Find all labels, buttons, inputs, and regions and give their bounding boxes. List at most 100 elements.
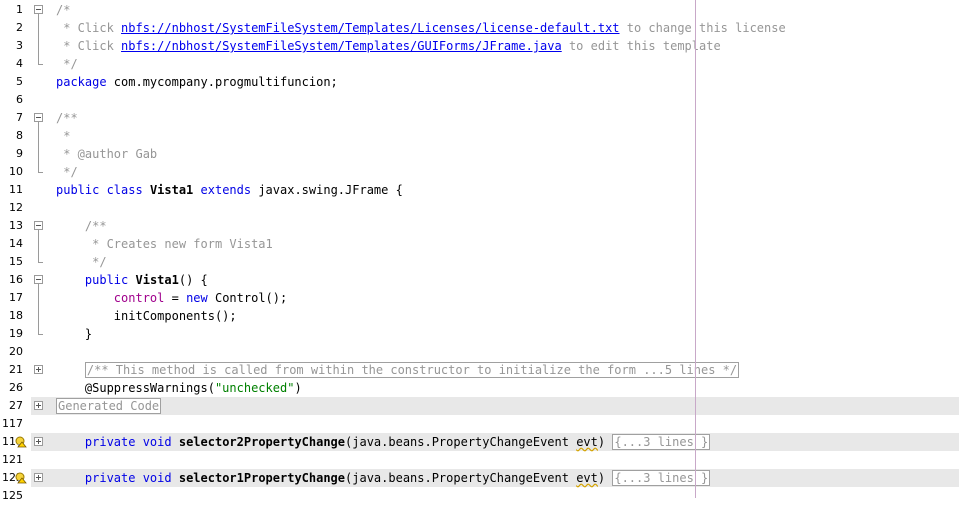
template-link[interactable]: nbfs://nbhost/SystemFileSystem/Templates… [121,21,620,35]
code-line[interactable]: 21 /** This method is called from within… [0,361,959,379]
code-text[interactable]: initComponents(); [56,307,237,325]
code-text[interactable]: * Click nbfs://nbhost/SystemFileSystem/T… [56,19,785,37]
code-text[interactable]: * @author Gab [56,145,157,163]
line-number: 20 [9,345,23,358]
line-gutter[interactable]: 3 [0,37,31,55]
line-gutter[interactable]: 12 [0,199,31,217]
expand-fold-icon[interactable] [34,437,43,446]
code-line[interactable]: 3 * Click nbfs://nbhost/SystemFileSystem… [0,37,959,55]
folded-code-box[interactable]: /** This method is called from within th… [84,362,740,378]
code-line[interactable]: 5 package com.mycompany.progmultifuncion; [0,73,959,91]
line-gutter[interactable]: 121 [0,451,31,469]
line-gutter[interactable]: 11 [0,181,31,199]
code-text[interactable]: * Creates new form Vista1 [56,235,273,253]
code-line[interactable]: 16 public Vista1() { [0,271,959,289]
code-text[interactable]: * [56,127,70,145]
line-gutter[interactable]: 16 [0,271,31,289]
code-line[interactable]: 14 * Creates new form Vista1 [0,235,959,253]
line-gutter[interactable]: 117 [0,415,31,433]
line-gutter[interactable]: 1 [0,1,31,19]
code-line[interactable]: 13 /** [0,217,959,235]
code-line[interactable]: 4 */ [0,55,959,73]
line-gutter[interactable]: 10 [0,163,31,181]
code-text[interactable]: /** [56,109,78,127]
collapse-fold-icon[interactable] [34,275,43,284]
code-line[interactable]: 26 @SuppressWarnings("unchecked") [0,379,959,397]
warning-bulb-icon[interactable] [15,436,27,448]
line-gutter[interactable]: 5 [0,73,31,91]
code-token: initComponents(); [56,309,237,323]
code-text[interactable]: /** This method is called from within th… [56,361,740,379]
code-line[interactable]: 121 [0,451,959,469]
code-line[interactable]: 1 /* [0,1,959,19]
line-gutter[interactable]: 2 [0,19,31,37]
code-text[interactable]: */ [56,55,77,73]
code-text[interactable]: public Vista1() { [56,271,208,289]
code-line[interactable]: 118 private void selector2PropertyChange… [0,433,959,451]
code-line[interactable]: 117 [0,415,959,433]
code-line[interactable]: 2 * Click nbfs://nbhost/SystemFileSystem… [0,19,959,37]
collapse-fold-icon[interactable] [34,5,43,14]
line-gutter[interactable]: 8 [0,127,31,145]
code-line[interactable]: 10 */ [0,163,959,181]
line-gutter[interactable]: 21 [0,361,31,379]
line-gutter[interactable]: 17 [0,289,31,307]
template-link[interactable]: nbfs://nbhost/SystemFileSystem/Templates… [121,39,562,53]
warning-bulb-icon[interactable] [15,472,27,484]
code-line[interactable]: 18 initComponents(); [0,307,959,325]
code-line[interactable]: 6 [0,91,959,109]
code-text[interactable]: /** [56,217,107,235]
line-gutter[interactable]: 27 [0,397,31,415]
code-text[interactable]: private void selector1PropertyChange(jav… [56,469,711,487]
line-gutter[interactable]: 20 [0,343,31,361]
code-editor[interactable]: 1 /* 2 * Click nbfs://nbhost/SystemFileSys… [0,0,959,505]
line-gutter[interactable]: 122 [0,469,31,487]
code-text[interactable]: public class Vista1 extends javax.swing.… [56,181,403,199]
code-line[interactable]: 125 [0,487,959,505]
code-text[interactable]: * Click nbfs://nbhost/SystemFileSystem/T… [56,37,720,55]
code-text[interactable]: Generated Code [56,397,162,415]
collapse-fold-icon[interactable] [34,113,43,122]
line-gutter[interactable]: 14 [0,235,31,253]
line-gutter[interactable]: 19 [0,325,31,343]
line-gutter[interactable]: 7 [0,109,31,127]
line-gutter[interactable]: 118 [0,433,31,451]
code-line[interactable]: 7 /** [0,109,959,127]
code-token: private void [84,471,172,485]
line-gutter[interactable]: 15 [0,253,31,271]
code-line[interactable]: 15 */ [0,253,959,271]
code-token: "unchecked" [214,381,295,395]
code-text[interactable]: */ [56,253,106,271]
line-gutter[interactable]: 13 [0,217,31,235]
expand-fold-icon[interactable] [34,401,43,410]
code-text[interactable]: private void selector2PropertyChange(jav… [56,433,711,451]
folded-code-box[interactable]: Generated Code [56,398,162,414]
code-line[interactable]: 19 } [0,325,959,343]
expand-fold-icon[interactable] [34,365,43,374]
code-line[interactable]: 11 public class Vista1 extends javax.swin… [0,181,959,199]
code-line[interactable]: 9 * @author Gab [0,145,959,163]
code-token: (java.beans.PropertyChangeEvent [345,435,577,449]
code-line[interactable]: 20 [0,343,959,361]
code-line[interactable]: 122 private void selector1PropertyChange… [0,469,959,487]
code-text[interactable]: @SuppressWarnings("unchecked") [56,379,302,397]
code-line[interactable]: 12 [0,199,959,217]
line-gutter[interactable]: 26 [0,379,31,397]
code-line[interactable]: 17 control = new Control(); [0,289,959,307]
code-line[interactable]: 8 * [0,127,959,145]
code-token: () { [178,273,208,287]
line-gutter[interactable]: 4 [0,55,31,73]
line-gutter[interactable]: 9 [0,145,31,163]
line-number: 15 [9,255,23,268]
code-line[interactable]: 27 Generated Code [0,397,959,415]
expand-fold-icon[interactable] [34,473,43,482]
code-text[interactable]: control = new Control(); [56,289,287,307]
line-gutter[interactable]: 125 [0,487,31,505]
collapse-fold-icon[interactable] [34,221,43,230]
code-text[interactable]: package com.mycompany.progmultifuncion; [56,73,338,91]
line-gutter[interactable]: 18 [0,307,31,325]
code-text[interactable]: */ [56,163,77,181]
code-text[interactable]: /* [56,1,70,19]
code-text[interactable]: } [56,325,92,343]
line-gutter[interactable]: 6 [0,91,31,109]
